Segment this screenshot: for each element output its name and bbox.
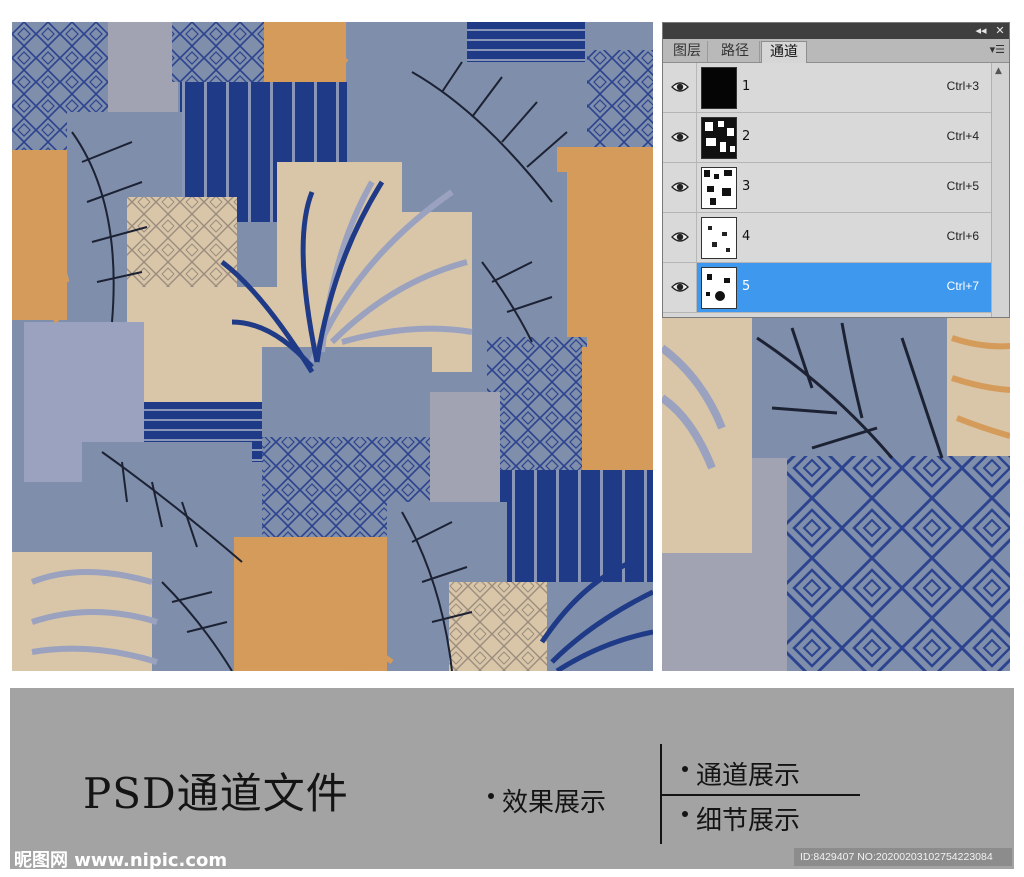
channel-name: 4 <box>742 229 751 244</box>
pattern-artwork <box>12 22 653 671</box>
channel-row[interactable]: 2 Ctrl+4 <box>663 113 991 163</box>
tab-channels[interactable]: 通道 <box>761 41 807 63</box>
channel-shortcut: Ctrl+5 <box>946 179 979 193</box>
page-title: PSD通道文件 <box>83 769 349 818</box>
caption-channels-label: 通道展示 <box>696 761 801 791</box>
bullet-icon <box>682 810 688 817</box>
channel-thumbnail <box>701 267 737 309</box>
channel-thumbnail <box>701 217 737 259</box>
close-icon[interactable]: ✕ <box>993 24 1007 38</box>
channel-thumbnail <box>701 67 737 109</box>
channel-shortcut: Ctrl+3 <box>946 79 979 93</box>
panel-menu-icon[interactable]: ▾☰ <box>990 43 1005 56</box>
eye-icon <box>671 282 689 292</box>
panel-title-bar: ◂◂ ✕ <box>663 23 1009 39</box>
tab-paths[interactable]: 路径 <box>711 41 760 62</box>
panel-tabs: 图层 路径 通道 <box>663 39 1009 63</box>
channel-row-selected[interactable]: 5 Ctrl+7 <box>663 263 991 313</box>
channel-row[interactable]: 4 Ctrl+6 <box>663 213 991 263</box>
channel-row[interactable]: 3 Ctrl+5 <box>663 163 991 213</box>
caption-channels: 通道展示 <box>682 755 800 792</box>
channel-name: 2 <box>742 129 751 144</box>
channel-thumbnail <box>701 167 737 209</box>
scroll-up-icon[interactable]: ▲ <box>995 66 1002 76</box>
visibility-toggle[interactable] <box>663 163 697 212</box>
divider-horizontal <box>660 794 860 796</box>
caption-detail: 细节展示 <box>682 800 800 837</box>
bullet-icon <box>488 792 494 799</box>
detail-preview <box>662 318 1010 671</box>
image-id: ID:8429407 NO:20200203102754223084 <box>794 848 1012 866</box>
eye-icon <box>671 232 689 242</box>
channel-name: 3 <box>742 179 751 194</box>
channels-panel: ◂◂ ✕ 图层 路径 通道 ▾☰ 1 Ctrl+3 2 Ctrl+4 3 Ctr… <box>662 22 1010 318</box>
detail-artwork <box>662 318 1010 671</box>
panel-scrollbar[interactable]: ▲ <box>991 63 1009 317</box>
eye-icon <box>671 182 689 192</box>
caption-detail-label: 细节展示 <box>696 806 801 836</box>
channel-shortcut: Ctrl+4 <box>946 129 979 143</box>
eye-icon <box>671 82 689 92</box>
channel-shortcut: Ctrl+6 <box>946 229 979 243</box>
caption-effect: 效果展示 <box>488 782 606 819</box>
visibility-toggle[interactable] <box>663 263 697 312</box>
bullet-icon <box>682 765 688 772</box>
caption-effect-label: 效果展示 <box>502 788 607 818</box>
collapse-icon[interactable]: ◂◂ <box>973 24 989 38</box>
channel-name: 5 <box>742 279 751 294</box>
channel-shortcut: Ctrl+7 <box>946 279 979 293</box>
visibility-toggle[interactable] <box>663 213 697 262</box>
channel-row[interactable]: 1 Ctrl+3 <box>663 63 991 113</box>
pattern-preview <box>12 22 653 671</box>
tab-layers[interactable]: 图层 <box>667 41 708 62</box>
visibility-toggle[interactable] <box>663 113 697 162</box>
channel-thumbnail <box>701 117 737 159</box>
visibility-toggle[interactable] <box>663 63 697 112</box>
watermark-logo: 昵图网 www.nipic.com <box>14 850 228 871</box>
channel-name: 1 <box>742 79 751 94</box>
eye-icon <box>671 132 689 142</box>
